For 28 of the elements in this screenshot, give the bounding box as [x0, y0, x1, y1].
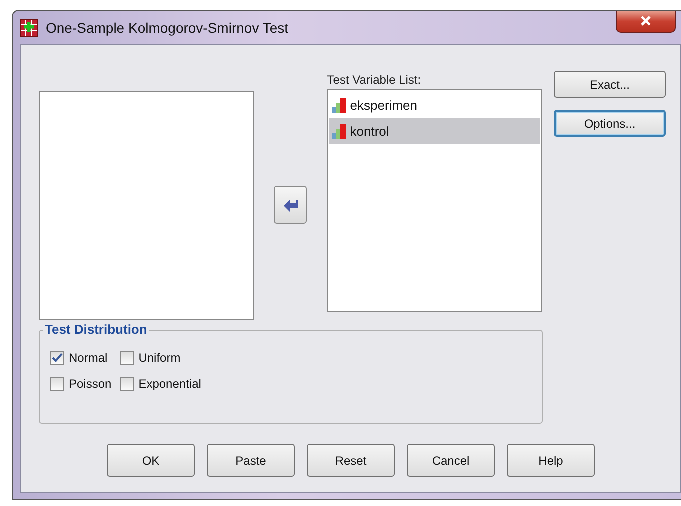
bar-chart-icon — [331, 97, 348, 113]
test-variable-list[interactable]: eksperimen kontrol — [327, 89, 542, 312]
checkbox-option[interactable]: Poisson — [50, 377, 112, 391]
dialog-button[interactable]: Cancel — [407, 444, 495, 477]
checkbox[interactable] — [50, 377, 64, 391]
variable-item[interactable]: kontrol — [329, 118, 540, 144]
dialog-button[interactable]: Reset — [307, 444, 395, 477]
checkbox-option[interactable]: Uniform — [120, 351, 202, 365]
variable-item[interactable]: eksperimen — [329, 92, 540, 118]
close-icon — [640, 16, 652, 26]
bar-chart-icon — [331, 123, 348, 139]
table-plus-icon — [20, 18, 38, 36]
dialog-button[interactable]: Options... — [554, 110, 666, 137]
dialog-button[interactable]: OK — [107, 444, 195, 477]
window-title: One-Sample Kolmogorov-Smirnov Test — [46, 20, 289, 36]
dialog-button[interactable]: Exact... — [554, 71, 666, 98]
dialog-button[interactable]: Help — [507, 444, 595, 477]
group-title: Test Distribution — [43, 322, 150, 337]
dialog-button[interactable]: Paste — [207, 444, 295, 477]
move-button[interactable] — [274, 186, 307, 224]
checkbox-option[interactable]: Exponential — [120, 377, 202, 391]
checkbox[interactable] — [50, 351, 64, 365]
left-arrow-icon — [282, 198, 298, 212]
checkbox-option[interactable]: Normal — [50, 351, 112, 365]
checkbox[interactable] — [120, 351, 134, 365]
checkbox[interactable] — [120, 377, 134, 391]
close-button[interactable] — [616, 10, 676, 32]
list-label: Test Variable List: — [327, 73, 422, 87]
